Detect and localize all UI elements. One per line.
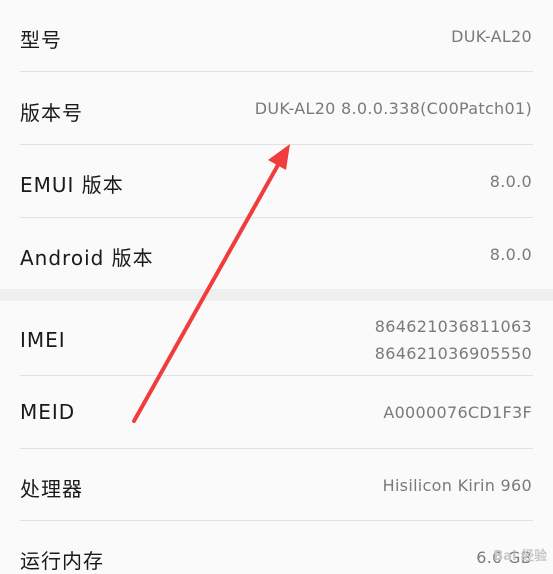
model-label: 型号 — [20, 28, 62, 52]
meid-row[interactable]: MEID A0000076CD1F3F — [0, 376, 553, 448]
processor-row[interactable]: 处理器 Hisilicon Kirin 960 — [0, 449, 553, 521]
processor-label: 处理器 — [20, 477, 83, 501]
imei-value-2: 864621036905550 — [374, 344, 532, 363]
emui-version-value: 8.0.0 — [489, 172, 532, 191]
imei-label: IMEI — [20, 328, 66, 352]
watermark-logo: Bai 经验 — [493, 549, 547, 564]
build-number-label: 版本号 — [20, 101, 83, 125]
meid-value: A0000076CD1F3F — [383, 403, 532, 422]
android-version-label: Android 版本 — [20, 246, 154, 270]
android-version-value: 8.0.0 — [489, 245, 532, 264]
model-value: DUK-AL20 — [451, 27, 532, 46]
model-row[interactable]: 型号 DUK-AL20 — [0, 0, 553, 72]
section-separator — [0, 289, 553, 301]
about-phone-screen: 型号 DUK-AL20 版本号 DUK-AL20 8.0.0.338(C00Pa… — [0, 0, 553, 574]
ram-row[interactable]: 运行内存 6.0 GB — [0, 521, 553, 574]
build-number-row[interactable]: 版本号 DUK-AL20 8.0.0.338(C00Patch01) — [0, 72, 553, 144]
imei-row[interactable]: IMEI 864621036811063 864621036905550 — [0, 301, 553, 375]
android-version-row[interactable]: Android 版本 8.0.0 — [0, 218, 553, 289]
meid-label: MEID — [20, 400, 76, 424]
emui-version-label: EMUI 版本 — [20, 173, 124, 197]
imei-value-1: 864621036811063 — [374, 317, 532, 336]
processor-value: Hisilicon Kirin 960 — [382, 476, 532, 495]
build-number-value: DUK-AL20 8.0.0.338(C00Patch01) — [254, 99, 532, 118]
emui-version-row[interactable]: EMUI 版本 8.0.0 — [0, 145, 553, 217]
ram-label: 运行内存 — [20, 549, 104, 573]
